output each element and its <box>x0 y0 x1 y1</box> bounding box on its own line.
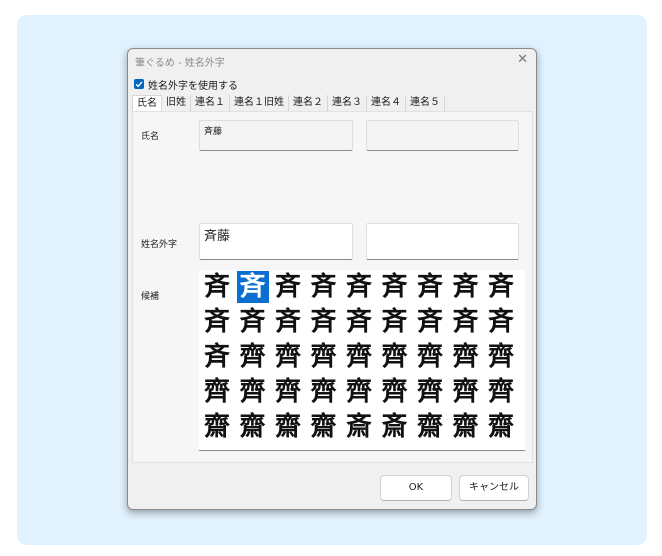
tab-bar: 氏名 旧姓 連名１ 連名１旧姓 連名２ 連名３ 連名４ 連名５ <box>132 95 445 112</box>
candidate-cell[interactable]: 齊 <box>450 341 482 373</box>
candidate-cell[interactable]: 齊 <box>272 341 304 373</box>
candidate-cell[interactable]: 齊 <box>343 341 375 373</box>
gaiji-value: 斉藤 <box>204 229 231 244</box>
ok-button[interactable]: OK <box>380 475 452 501</box>
gaiji-input[interactable]: 斉藤 <box>199 223 353 260</box>
candidate-cell[interactable]: 斉 <box>237 306 269 338</box>
candidate-cell[interactable]: 斉 <box>450 306 482 338</box>
candidate-cell[interactable]: 齊 <box>308 341 340 373</box>
candidate-cell[interactable]: 斉 <box>272 271 304 303</box>
candidate-cell[interactable]: 斉 <box>343 306 375 338</box>
candidate-cell[interactable]: 齋 <box>414 411 446 443</box>
tab-maiden-name[interactable]: 旧姓 <box>162 95 191 111</box>
candidate-grid: 斉斉斉斉斉斉斉斉斉斉斉斉斉斉斉斉斉斉斉齊齊齊齊齊齊齊齊齊齊齊齊齊齊齊齊齊齋齋齋齋… <box>199 270 525 451</box>
tab-joint-name-3[interactable]: 連名３ <box>328 95 367 111</box>
tab-joint-name-1-maiden[interactable]: 連名１旧姓 <box>230 95 289 111</box>
tab-joint-name-2[interactable]: 連名２ <box>289 95 328 111</box>
tab-joint-name-4[interactable]: 連名４ <box>367 95 406 111</box>
candidate-cell[interactable]: 齋 <box>308 411 340 443</box>
candidate-cell[interactable]: 齋 <box>201 411 233 443</box>
use-gaiji-label: 姓名外字を使用する <box>148 80 238 92</box>
candidate-cell[interactable]: 斉 <box>308 271 340 303</box>
candidate-cell[interactable]: 齊 <box>379 376 411 408</box>
title-bar: 筆ぐるめ - 姓名外字 ✕ <box>128 49 536 73</box>
candidate-cell[interactable]: 齊 <box>485 376 517 408</box>
name-value: 斉藤 <box>204 127 223 137</box>
name-field-secondary <box>366 120 519 151</box>
candidate-cell[interactable]: 齊 <box>237 376 269 408</box>
name-label: 氏名 <box>141 132 160 142</box>
tab-name[interactable]: 氏名 <box>132 95 162 112</box>
gaiji-input-secondary[interactable] <box>366 223 519 260</box>
cancel-button[interactable]: キャンセル <box>459 475 529 501</box>
checkmark-icon[interactable] <box>134 79 144 89</box>
candidate-cell[interactable]: 齋 <box>450 411 482 443</box>
candidate-cell[interactable]: 齋 <box>237 411 269 443</box>
use-gaiji-checkbox[interactable]: 姓名外字を使用する <box>134 76 238 92</box>
candidate-cell[interactable]: 齊 <box>308 376 340 408</box>
candidate-cell[interactable]: 齋 <box>485 411 517 443</box>
candidate-cell[interactable]: 斉 <box>379 306 411 338</box>
candidate-cell[interactable]: 斉 <box>308 306 340 338</box>
candidate-cell[interactable]: 斉 <box>485 306 517 338</box>
candidate-cell[interactable]: 斉 <box>201 341 233 373</box>
candidate-cell[interactable]: 斉 <box>272 306 304 338</box>
candidate-cell[interactable]: 斉 <box>343 271 375 303</box>
candidate-cell[interactable]: 齊 <box>379 341 411 373</box>
candidate-cell[interactable]: 斉 <box>450 271 482 303</box>
candidate-cell[interactable]: 斉 <box>414 306 446 338</box>
candidate-cell[interactable]: 齊 <box>201 376 233 408</box>
candidate-cell[interactable]: 斉 <box>201 271 233 303</box>
candidate-cell[interactable]: 齊 <box>237 341 269 373</box>
candidates-label: 候補 <box>141 292 160 302</box>
name-field: 斉藤 <box>199 120 353 151</box>
candidate-cell[interactable]: 斉 <box>236 271 269 303</box>
candidate-cell[interactable]: 斉 <box>201 306 233 338</box>
candidate-cell[interactable]: 斉 <box>414 271 446 303</box>
candidate-cell[interactable]: 齊 <box>450 376 482 408</box>
candidate-cell[interactable]: 斉 <box>485 271 517 303</box>
gaiji-label: 姓名外字 <box>141 240 178 250</box>
candidate-cell[interactable]: 斉 <box>379 271 411 303</box>
tab-joint-name-5[interactable]: 連名５ <box>406 95 445 111</box>
candidate-cell[interactable]: 齊 <box>343 376 375 408</box>
candidate-cell[interactable]: 齊 <box>414 341 446 373</box>
candidate-cell[interactable]: 齋 <box>272 411 304 443</box>
candidate-cell[interactable]: 斎 <box>343 411 375 443</box>
candidate-cell[interactable]: 斎 <box>379 411 411 443</box>
tab-joint-name-1[interactable]: 連名１ <box>191 95 230 111</box>
window-title: 筆ぐるめ - 姓名外字 <box>135 58 225 69</box>
candidate-cell[interactable]: 齊 <box>485 341 517 373</box>
candidate-cell[interactable]: 齊 <box>414 376 446 408</box>
candidate-cell[interactable]: 齊 <box>272 376 304 408</box>
close-icon[interactable]: ✕ <box>517 52 528 67</box>
